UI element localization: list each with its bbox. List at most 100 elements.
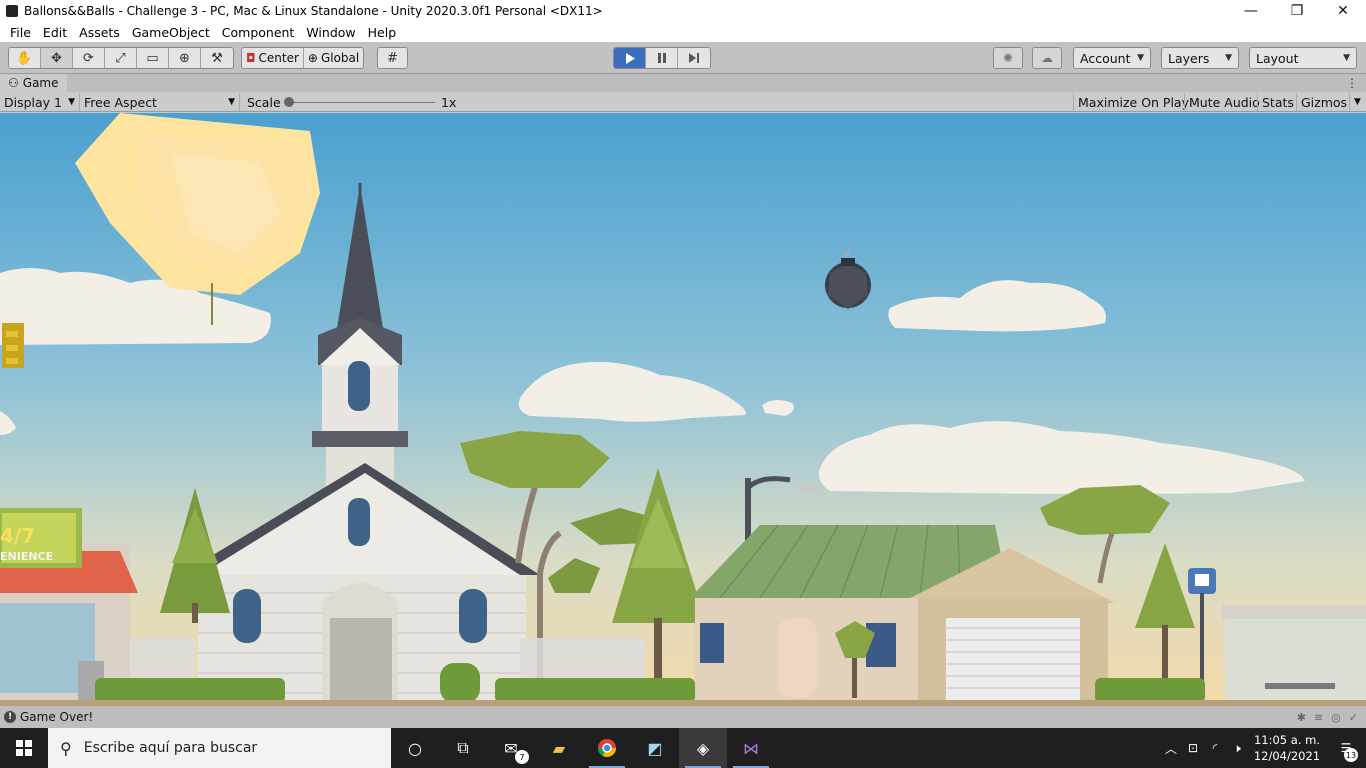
notes-app-icon[interactable]: ◩ [631, 728, 679, 768]
step-icon [689, 53, 699, 63]
step-button[interactable] [678, 48, 710, 68]
account-dropdown-box: Account ▼ [1073, 47, 1151, 69]
kebab-menu-icon[interactable]: ⋮ [1346, 76, 1358, 90]
clock-date: 12/04/2021 [1253, 749, 1321, 763]
clock[interactable]: 11:05 a. m. 12/04/2021 [1248, 732, 1326, 764]
aspect-dropdown[interactable]: Free Aspect ▼ [80, 93, 240, 111]
collab-icon: ✺ [993, 47, 1023, 69]
grid-snap-icon[interactable]: # [378, 48, 407, 68]
search-icon: ⚲ [60, 738, 72, 758]
game-tab-bar: ⚇ Game ⋮ [0, 74, 1366, 92]
file-explorer-icon[interactable]: ▰ [535, 728, 583, 768]
close-button[interactable]: ✕ [1320, 0, 1366, 22]
rect-tool-icon[interactable]: ▭ [137, 48, 169, 68]
game-view-controls: Display 1 ▼ Free Aspect ▼ Scale 1x Maxim… [0, 92, 1366, 112]
notifications-icon[interactable]: ☰ 13 [1326, 728, 1366, 768]
gizmos-toggle[interactable]: Gizmos [1296, 93, 1351, 111]
game-scene: 4/7 ENIENCE [0, 113, 1366, 706]
display-label: Display 1 [4, 94, 63, 110]
store-sign-bottom: ENIENCE [0, 550, 53, 563]
layout-dropdown[interactable]: Layout ▼ [1249, 47, 1357, 69]
menu-edit[interactable]: Edit [37, 25, 73, 40]
transform-tools: ✋ ✥ ⟳ ⤢ ▭ ⊕ ⚒ [8, 47, 234, 69]
notifications-badge: 13 [1344, 748, 1358, 762]
start-button[interactable] [0, 728, 48, 768]
visual-studio-icon[interactable]: ⋈ [727, 728, 775, 768]
restore-button[interactable]: ❐ [1274, 0, 1320, 22]
layers-dropdown[interactable]: Layers ▼ [1161, 47, 1239, 69]
taskbar-search[interactable]: ⚲ Escribe aquí para buscar [48, 728, 391, 768]
maximize-on-play-toggle[interactable]: Maximize On Play [1073, 93, 1193, 111]
pivot-toggles: ◘ Center ⊕ Global [241, 47, 365, 69]
menu-assets[interactable]: Assets [73, 25, 126, 40]
menu-bar: File Edit Assets GameObject Component Wi… [0, 22, 1366, 42]
chevron-down-icon: ▼ [68, 97, 75, 107]
chevron-down-icon: ▼ [1225, 53, 1232, 63]
menu-gameobject[interactable]: GameObject [126, 25, 216, 40]
windows-taskbar: ⚲ Escribe aquí para buscar ○ ⧉ ✉ 7 ▰ ◩ ◈ … [0, 728, 1366, 768]
scale-tool-icon[interactable]: ⤢ [105, 48, 137, 68]
status-icons: ✱ ≋ ◎ ✓ [1297, 711, 1358, 724]
stats-toggle[interactable]: Stats [1257, 93, 1298, 111]
display-dropdown[interactable]: Display 1 ▼ [0, 93, 80, 111]
grid-snap-group: # [377, 47, 408, 69]
light-icon[interactable]: ◎ [1331, 711, 1341, 724]
collab-button[interactable]: ✺ [993, 47, 1023, 69]
pivot-global-label: Global [320, 51, 360, 65]
custom-tool-icon[interactable]: ⚒ [201, 48, 233, 68]
clock-time: 11:05 a. m. [1253, 733, 1320, 747]
transform-tool-icon[interactable]: ⊕ [169, 48, 201, 68]
game-view[interactable]: 4/7 ENIENCE [0, 113, 1366, 706]
search-placeholder: Escribe aquí para buscar [83, 740, 258, 756]
cloud-button[interactable]: ☁ [1032, 47, 1062, 69]
aspect-label: Free Aspect [84, 94, 157, 110]
dollar-pickup [2, 323, 24, 368]
menu-window[interactable]: Window [300, 25, 361, 40]
wifi-icon[interactable]: ◜ [1204, 728, 1226, 768]
menu-help[interactable]: Help [362, 25, 403, 40]
play-button[interactable] [614, 48, 646, 68]
scale-value: 1x [441, 95, 457, 110]
pivot-global-button[interactable]: ⊕ Global [304, 48, 363, 68]
hand-tool-icon[interactable]: ✋ [9, 48, 41, 68]
system-tray: ︿ ⊡ ◜ 🕨 11:05 a. m. 12/04/2021 ☰ 13 [1160, 728, 1366, 768]
bug-icon[interactable]: ✱ [1297, 711, 1306, 724]
pivot-center-button[interactable]: ◘ Center [242, 48, 304, 68]
scale-slider-knob[interactable] [284, 97, 294, 107]
scale-slider-track[interactable] [289, 102, 435, 103]
store-sign-top: 4/7 [0, 524, 35, 548]
network-adapter-icon[interactable]: ⊡ [1182, 728, 1204, 768]
chevron-up-icon[interactable]: ︿ [1160, 728, 1182, 768]
chevron-down-icon: ▼ [1343, 53, 1350, 63]
unity-taskbar-icon[interactable]: ◈ [679, 728, 727, 768]
pivot-center-label: Center [258, 51, 299, 65]
mute-audio-toggle[interactable]: Mute Audio [1184, 93, 1264, 111]
move-tool-icon[interactable]: ✥ [41, 48, 73, 68]
volume-icon[interactable]: 🕨 [1226, 728, 1248, 768]
layers-stack-icon[interactable]: ≋ [1314, 711, 1323, 724]
pause-button[interactable] [646, 48, 678, 68]
task-view-icon[interactable]: ⧉ [439, 728, 487, 768]
status-message[interactable]: Game Over! [20, 710, 93, 724]
menu-file[interactable]: File [4, 25, 37, 40]
tab-game[interactable]: ⚇ Game [0, 74, 67, 92]
layout-dropdown-box: Layout ▼ [1249, 47, 1357, 69]
minimize-button[interactable]: — [1228, 0, 1274, 22]
mail-icon[interactable]: ✉ 7 [487, 728, 535, 768]
gizmos-dropdown-icon[interactable]: ▼ [1349, 93, 1365, 111]
pause-icon [657, 53, 666, 63]
layers-label: Layers [1168, 50, 1210, 66]
windows-logo-icon [16, 740, 32, 756]
title-bar: Ballons&&Balls - Challenge 3 - PC, Mac &… [0, 0, 1366, 22]
scale-control: Scale 1x [247, 93, 456, 111]
progress-icon[interactable]: ✓ [1349, 711, 1358, 724]
account-dropdown[interactable]: Account ▼ [1073, 47, 1151, 69]
layers-dropdown-box: Layers ▼ [1161, 47, 1239, 69]
window-title: Ballons&&Balls - Challenge 3 - PC, Mac &… [24, 4, 603, 18]
center-icon: ◘ [246, 51, 256, 65]
account-label: Account [1080, 50, 1131, 66]
menu-component[interactable]: Component [216, 25, 301, 40]
cortana-icon[interactable]: ○ [391, 728, 439, 768]
rotate-tool-icon[interactable]: ⟳ [73, 48, 105, 68]
chrome-icon[interactable] [583, 728, 631, 768]
